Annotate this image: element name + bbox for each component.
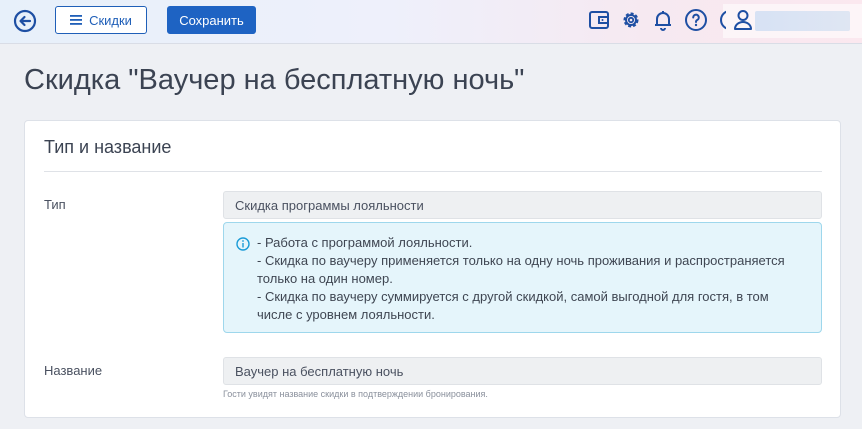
info-box: - Работа с программой лояльности. - Скид…	[223, 222, 822, 333]
back-arrow-icon[interactable]	[13, 9, 37, 33]
page-title: Скидка "Ваучер на бесплатную ночь"	[24, 64, 525, 96]
card-divider	[44, 171, 822, 172]
info-line: - Работа с программой лояльности.	[257, 235, 473, 250]
info-icon	[236, 237, 250, 251]
type-label: Тип	[44, 197, 66, 212]
wallet-icon[interactable]	[587, 8, 611, 32]
menu-icon	[70, 13, 83, 28]
info-line: только на один номер.	[257, 271, 393, 286]
discounts-menu-label: Скидки	[89, 12, 132, 28]
name-field[interactable]: Ваучер на бесплатную ночь	[223, 357, 822, 385]
top-bar: Скидки Сохранить	[0, 0, 862, 44]
bell-icon[interactable]	[651, 8, 675, 32]
type-and-name-card: Тип и название Тип Скидка программы лоял…	[24, 120, 841, 418]
card-title: Тип и название	[44, 137, 172, 157]
partial-icon	[718, 8, 726, 32]
info-line: числе с уровнем лояльности.	[257, 307, 435, 322]
info-text: - Работа с программой лояльности. - Скид…	[257, 234, 817, 324]
discounts-menu-button[interactable]: Скидки	[55, 6, 147, 34]
user-name-redacted	[755, 11, 850, 31]
info-line: - Скидка по ваучеру применяется только н…	[257, 253, 785, 268]
name-label: Название	[44, 363, 103, 378]
gear-icon[interactable]	[619, 8, 643, 32]
name-hint: Гости увидят название скидки в подтвержд…	[223, 389, 488, 399]
user-icon	[733, 9, 753, 36]
type-field: Скидка программы лояльности	[223, 191, 822, 219]
help-icon[interactable]	[684, 8, 708, 32]
save-button[interactable]: Сохранить	[167, 6, 256, 34]
info-line: - Скидка по ваучеру суммируется с другой…	[257, 289, 769, 304]
